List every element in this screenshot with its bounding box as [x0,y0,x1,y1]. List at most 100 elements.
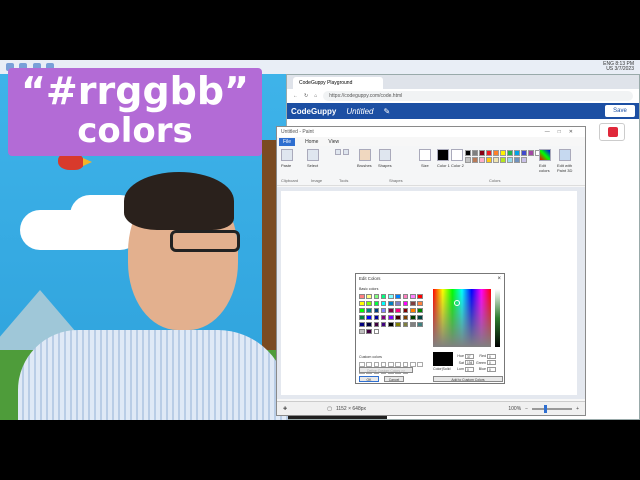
green-input[interactable]: 0 [487,360,496,366]
basic-color-swatch[interactable] [359,322,365,327]
color-spectrum[interactable] [433,289,491,347]
palette-swatch[interactable] [472,150,478,156]
basic-color-swatch[interactable] [410,308,416,313]
paint3d-icon[interactable] [559,149,571,161]
basic-color-swatch[interactable] [373,308,380,313]
basic-color-swatch[interactable] [417,301,423,306]
basic-color-swatch[interactable] [410,301,416,306]
paste-icon[interactable] [281,149,293,161]
basic-color-swatch[interactable] [402,315,409,320]
basic-color-swatch[interactable] [395,322,401,327]
basic-color-swatch[interactable] [402,322,409,327]
basic-color-swatch[interactable] [395,294,401,299]
save-button[interactable]: Save [605,105,635,117]
basic-color-swatch[interactable] [417,308,423,313]
palette-swatch[interactable] [493,157,499,163]
home-icon[interactable]: ⌂ [314,93,317,99]
basic-color-swatch[interactable] [402,294,409,299]
refresh-icon[interactable]: ↻ [304,93,308,99]
basic-color-swatch[interactable] [366,308,372,313]
basic-color-swatch[interactable] [373,301,380,306]
basic-color-swatch[interactable] [373,322,380,327]
basic-color-swatch[interactable] [359,329,365,334]
spectrum-crosshair[interactable] [454,300,460,306]
basic-color-swatch[interactable] [380,294,387,299]
palette-swatch[interactable] [528,150,534,156]
palette-swatch[interactable] [493,150,499,156]
back-icon[interactable]: ← [293,93,298,99]
zoom-slider[interactable] [532,404,573,413]
basic-color-swatch[interactable] [359,308,365,313]
palette-swatch[interactable] [486,150,492,156]
address-bar[interactable]: https://codeguppy.com/code.html [323,91,633,101]
palette-swatch[interactable] [479,157,485,163]
basic-color-swatch[interactable] [359,315,365,320]
basic-color-swatch[interactable] [395,301,401,306]
lum-input[interactable]: 0 [465,366,474,372]
palette-swatch[interactable] [500,150,506,156]
basic-color-swatch[interactable] [373,315,380,320]
basic-color-swatch[interactable] [380,301,387,306]
basic-color-swatch[interactable] [410,315,416,320]
palette-swatch[interactable] [486,157,492,163]
palette-swatch[interactable] [465,157,471,163]
basic-color-swatch[interactable] [402,308,409,313]
cancel-button[interactable]: Cancel [384,376,404,382]
red-input[interactable]: 0 [487,353,496,359]
shapes-icon[interactable] [379,149,391,161]
browser-tab[interactable]: CodeGuppy Playground [293,77,383,89]
close-icon[interactable]: × [497,276,504,282]
pencil-icon[interactable] [335,149,341,155]
palette-swatch[interactable] [514,150,520,156]
zoom-slider-knob[interactable] [544,404,548,413]
basic-color-swatch[interactable] [388,294,394,299]
basic-color-swatch[interactable] [388,322,394,327]
hue-input[interactable]: 37 [465,353,474,359]
luminosity-slider[interactable] [495,289,500,347]
document-name[interactable]: Untitled [346,107,373,116]
select-icon[interactable] [307,149,319,161]
edit-pencil-icon[interactable]: ✎ [383,107,390,116]
palette-swatch[interactable] [465,150,471,156]
basic-color-swatch[interactable] [417,315,423,320]
basic-color-swatch[interactable] [366,329,372,334]
basic-color-swatch[interactable] [402,301,409,306]
menu-view[interactable]: View [328,139,339,145]
palette-swatch[interactable] [507,157,513,163]
app-name[interactable]: CodeGuppy [291,107,336,116]
brushes-icon[interactable] [359,149,371,161]
palette-swatch[interactable] [479,150,485,156]
palette-swatch[interactable] [521,150,527,156]
basic-color-swatch[interactable] [417,294,423,299]
basic-color-swatch[interactable] [366,315,372,320]
menu-home[interactable]: Home [305,139,318,145]
basic-color-swatch[interactable] [380,308,387,313]
size-icon[interactable] [419,149,431,161]
run-button[interactable] [599,123,625,141]
palette-swatch[interactable] [500,157,506,163]
basic-color-swatch[interactable] [373,329,380,334]
basic-color-swatch[interactable] [388,315,394,320]
basic-color-swatch[interactable] [410,322,416,327]
menu-file[interactable]: File [279,137,296,146]
window-controls[interactable]: —□✕ [545,129,585,135]
zoom-out-button[interactable]: − [525,406,528,412]
basic-color-swatch[interactable] [380,315,387,320]
basic-color-swatch[interactable] [366,294,372,299]
basic-color-swatch[interactable] [380,322,387,327]
color2-swatch[interactable] [451,149,463,161]
basic-color-swatch[interactable] [373,294,380,299]
basic-color-swatch[interactable] [395,308,401,313]
custom-color-swatch[interactable] [417,362,423,367]
sat-input[interactable]: 194 [465,360,474,366]
palette-swatch[interactable] [472,157,478,163]
add-to-custom-button[interactable]: Add to Custom Colors [433,376,503,382]
basic-color-swatch[interactable] [410,294,416,299]
palette-swatch[interactable] [514,157,520,163]
basic-color-swatch[interactable] [388,308,394,313]
fill-icon[interactable] [343,149,349,155]
palette-swatch[interactable] [521,157,527,163]
zoom-in-button[interactable]: + [576,406,579,412]
basic-color-swatch[interactable] [359,294,365,299]
basic-color-swatch[interactable] [359,301,365,306]
